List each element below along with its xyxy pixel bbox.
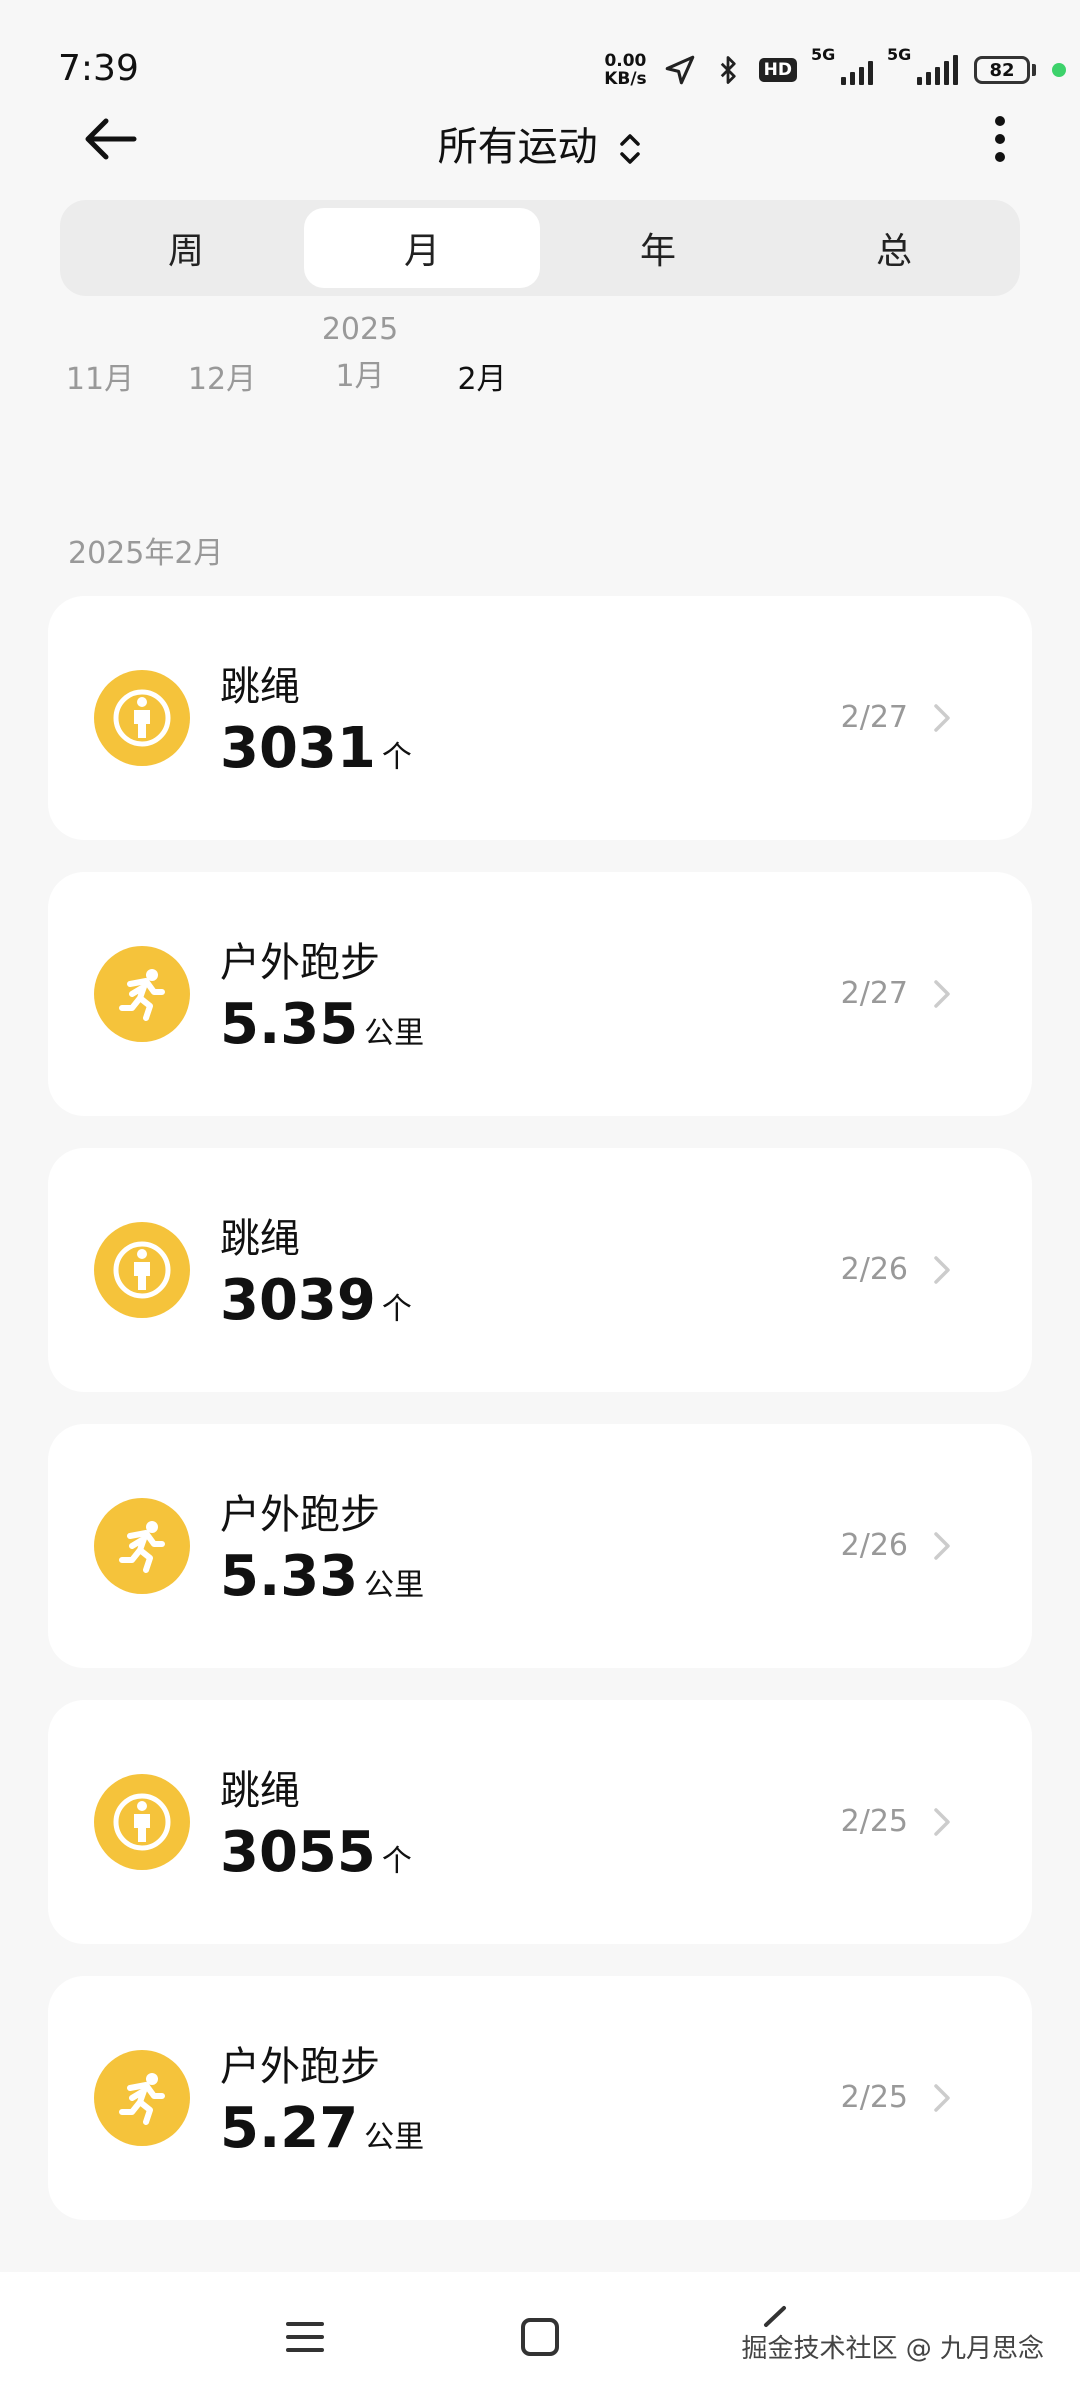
period-tabs: 周 月 年 总 bbox=[60, 200, 1020, 296]
signal-label: 5G bbox=[811, 45, 836, 64]
signal-strength-icon-2: 5G bbox=[887, 45, 958, 85]
activity-date: 2/25 bbox=[840, 2080, 908, 2115]
activity-unit: 个 bbox=[381, 740, 412, 775]
more-icon-dot bbox=[995, 116, 1005, 126]
home-square-icon[interactable] bbox=[515, 2312, 565, 2362]
jump-rope-icon bbox=[94, 1774, 190, 1870]
activity-unit: 公里 bbox=[364, 2120, 425, 2155]
month-item-selected[interactable]: 2月 bbox=[432, 354, 532, 398]
activity-list: 跳绳 3031 个 2/27 户外跑步 5.35 公里 2/27 跳绳 3039… bbox=[48, 596, 1032, 2252]
signal-label-2: 5G bbox=[887, 45, 912, 64]
activity-card[interactable]: 跳绳 3031 个 2/27 bbox=[48, 596, 1032, 840]
activity-value-row: 5.35 公里 bbox=[220, 992, 424, 1057]
month-item[interactable]: 2025 1月 bbox=[310, 312, 410, 395]
running-icon bbox=[94, 2050, 190, 2146]
activity-filter-dropdown[interactable]: 所有运动 bbox=[0, 114, 1080, 172]
menu-icon[interactable] bbox=[280, 2312, 330, 2362]
activity-date: 2/27 bbox=[840, 976, 908, 1011]
activity-name: 户外跑步 bbox=[220, 1492, 380, 1538]
battery-level: 82 bbox=[974, 56, 1030, 84]
activity-value: 5.35 bbox=[220, 992, 359, 1057]
chevron-right-icon bbox=[934, 980, 950, 1008]
activity-card[interactable]: 跳绳 3055 个 2/25 bbox=[48, 1700, 1032, 1944]
status-time: 7:39 bbox=[58, 48, 139, 89]
privacy-indicator-dot bbox=[1052, 63, 1066, 77]
activity-value-row: 3039 个 bbox=[220, 1268, 412, 1333]
activity-value: 3055 bbox=[220, 1820, 376, 1885]
activity-date: 2/25 bbox=[840, 1804, 908, 1839]
jump-rope-icon bbox=[94, 670, 190, 766]
month-item[interactable]: 11月 bbox=[50, 354, 150, 398]
month-label: 1月 bbox=[335, 359, 385, 394]
activity-name: 跳绳 bbox=[220, 1216, 300, 1262]
more-options-button[interactable] bbox=[980, 114, 1020, 164]
status-icons: 0.00 KB/s HD 5G 5G 82 bbox=[604, 45, 1066, 90]
activity-date: 2/26 bbox=[840, 1528, 908, 1563]
bluetooth-icon bbox=[720, 56, 736, 84]
activity-value-row: 5.33 公里 bbox=[220, 1544, 424, 1609]
signal-strength-icon: 5G bbox=[811, 45, 873, 85]
more-icon-dot bbox=[995, 134, 1005, 144]
tab-month[interactable]: 月 bbox=[304, 208, 540, 288]
more-icon-dot bbox=[995, 152, 1005, 162]
activity-value-row: 3055 个 bbox=[220, 1820, 412, 1885]
running-icon bbox=[94, 1498, 190, 1594]
section-date-label: 2025年2月 bbox=[68, 536, 224, 571]
running-icon bbox=[94, 946, 190, 1042]
activity-value-row: 3031 个 bbox=[220, 716, 412, 781]
tab-year[interactable]: 年 bbox=[540, 208, 776, 288]
year-label: 2025 bbox=[321, 312, 399, 347]
activity-value: 3039 bbox=[220, 1268, 376, 1333]
activity-value: 3031 bbox=[220, 716, 376, 781]
activity-value: 5.27 bbox=[220, 2096, 359, 2161]
battery-icon: 82 bbox=[974, 56, 1036, 84]
network-speed-unit: KB/s bbox=[604, 69, 647, 89]
activity-card[interactable]: 跳绳 3039 个 2/26 bbox=[48, 1148, 1032, 1392]
chevron-right-icon bbox=[934, 2084, 950, 2112]
month-label: 2月 bbox=[457, 362, 507, 397]
month-item[interactable]: 12月 bbox=[172, 354, 272, 398]
page-title: 所有运动 bbox=[437, 124, 598, 170]
activity-unit: 个 bbox=[381, 1292, 412, 1327]
chevron-right-icon bbox=[934, 704, 950, 732]
tab-total[interactable]: 总 bbox=[776, 208, 1012, 288]
chevron-right-icon bbox=[934, 1532, 950, 1560]
network-speed-value: 0.00 bbox=[604, 51, 647, 71]
month-label: 12月 bbox=[187, 362, 257, 397]
activity-date: 2/27 bbox=[840, 700, 908, 735]
watermark-text: 掘金技术社区 @ 九月思念 bbox=[741, 2334, 1044, 2364]
activity-name: 户外跑步 bbox=[220, 2044, 380, 2090]
jump-rope-icon bbox=[94, 1222, 190, 1318]
activity-card[interactable]: 户外跑步 5.33 公里 2/26 bbox=[48, 1424, 1032, 1668]
activity-unit: 公里 bbox=[364, 1016, 425, 1051]
network-speed: 0.00 KB/s bbox=[604, 52, 646, 88]
activity-unit: 个 bbox=[381, 1844, 412, 1879]
month-label: 11月 bbox=[65, 362, 135, 397]
tab-week[interactable]: 周 bbox=[68, 208, 304, 288]
chevron-right-icon bbox=[934, 1808, 950, 1836]
location-icon bbox=[665, 55, 694, 85]
activity-name: 跳绳 bbox=[220, 1768, 300, 1814]
activity-unit: 公里 bbox=[364, 1568, 425, 1603]
activity-name: 跳绳 bbox=[220, 664, 300, 710]
header: 所有运动 bbox=[0, 100, 1080, 180]
activity-name: 户外跑步 bbox=[220, 940, 380, 986]
hd-voice-badge: HD bbox=[758, 58, 797, 82]
activity-value: 5.33 bbox=[220, 1544, 359, 1609]
activity-card[interactable]: 户外跑步 5.35 公里 2/27 bbox=[48, 872, 1032, 1116]
activity-value-row: 5.27 公里 bbox=[220, 2096, 424, 2161]
chevron-right-icon bbox=[934, 1256, 950, 1284]
chevron-updown-icon bbox=[620, 134, 641, 164]
activity-card[interactable]: 户外跑步 5.27 公里 2/25 bbox=[48, 1976, 1032, 2220]
activity-date: 2/26 bbox=[840, 1252, 908, 1287]
